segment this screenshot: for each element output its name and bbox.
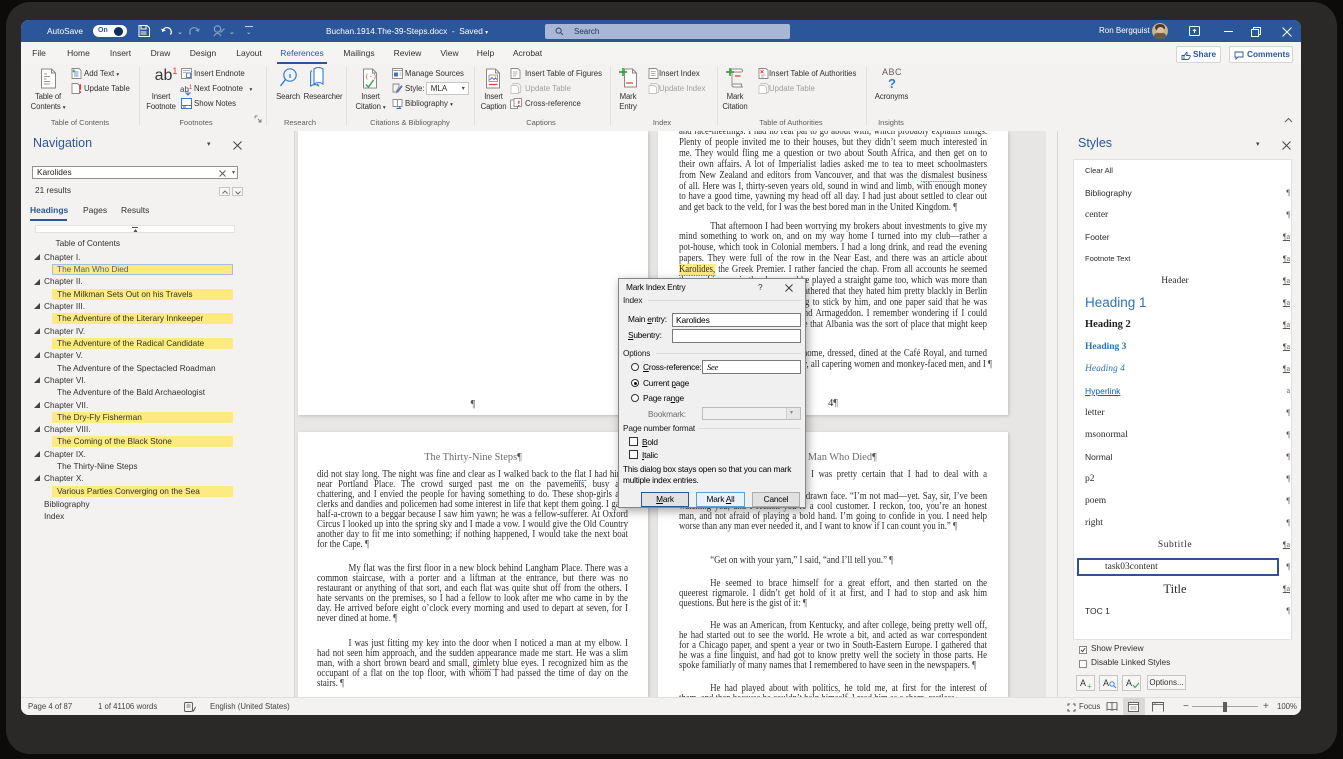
svg-text:(-): (-) xyxy=(365,73,377,80)
